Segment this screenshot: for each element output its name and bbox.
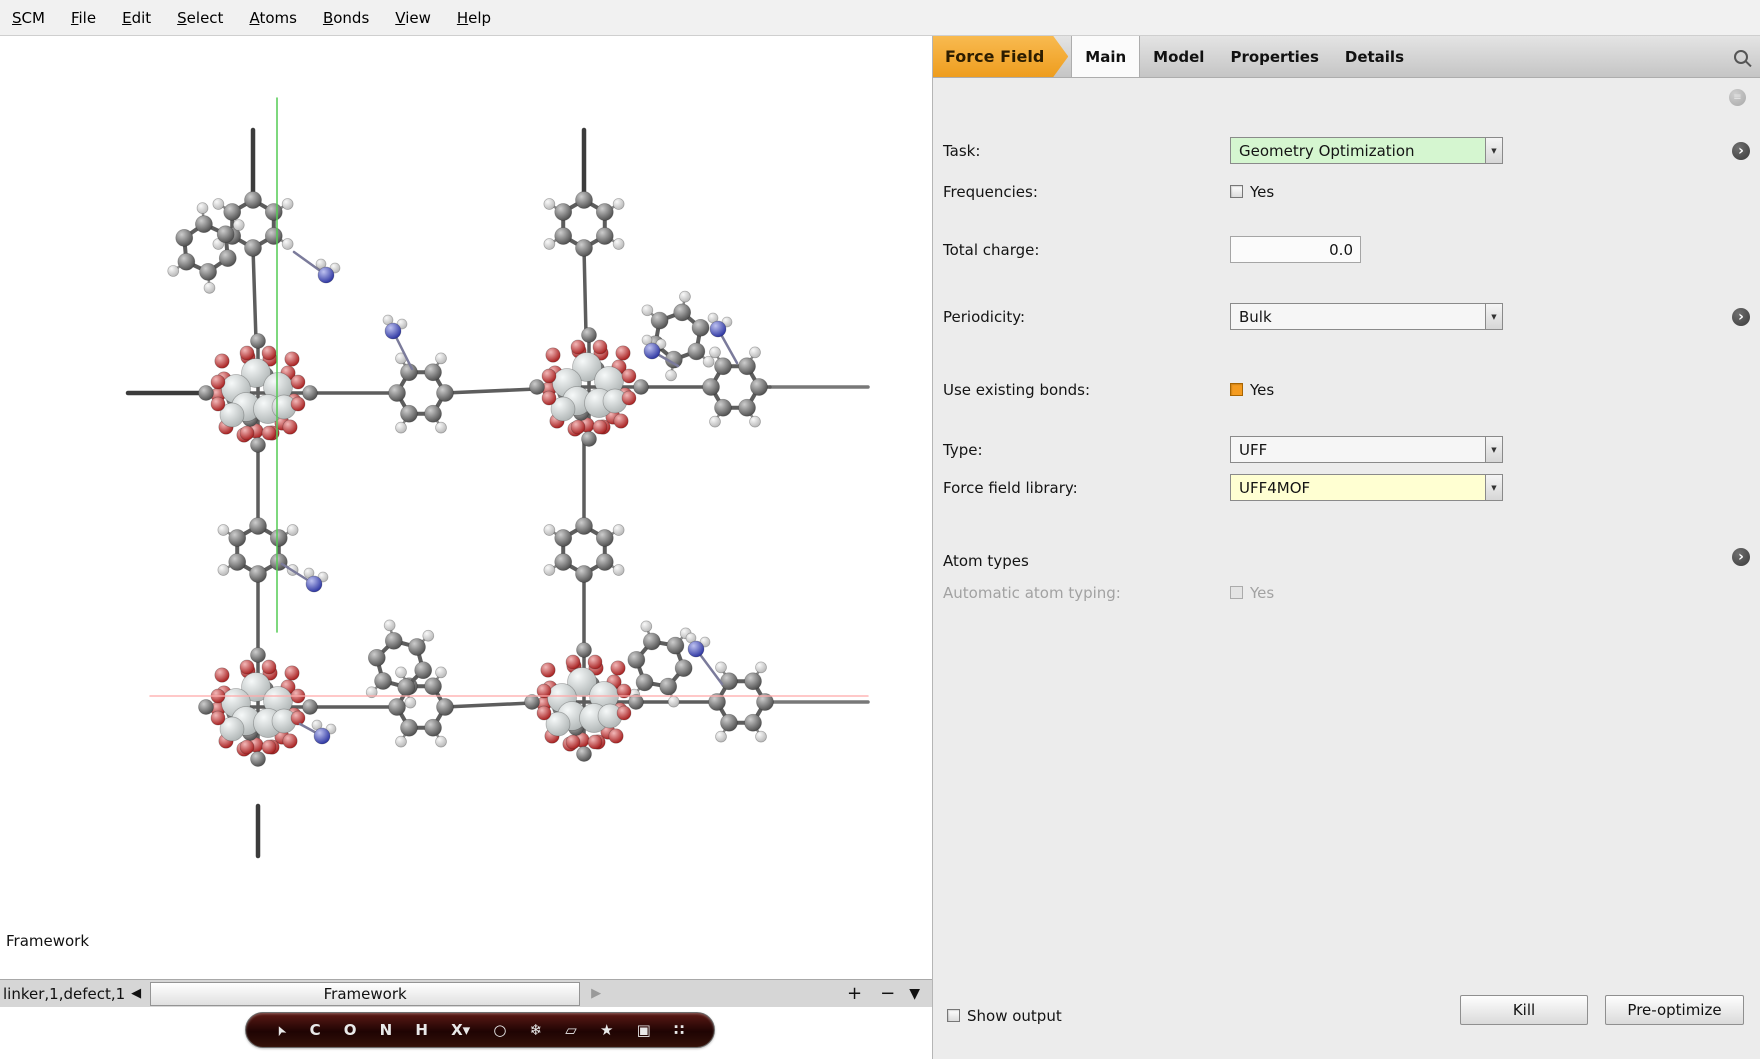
- viewer-column: Framework linker,1,defect,1 ◀ Framework …: [0, 36, 932, 1059]
- tab-model[interactable]: Model: [1140, 36, 1217, 77]
- zoom-out-icon[interactable]: −: [880, 983, 895, 1004]
- use-existing-bonds-label: Use existing bonds:: [943, 381, 1090, 399]
- dropdown-arrow-icon: ▼: [1485, 437, 1502, 462]
- pointer-tool-icon[interactable]: ➤: [273, 1022, 289, 1037]
- force-field-library-select[interactable]: UFF4MOF ▼: [1230, 474, 1503, 501]
- use-existing-bonds-row: Use existing bonds: Yes: [933, 376, 1760, 403]
- preoptimize-button[interactable]: Pre-optimize: [1605, 995, 1744, 1025]
- search-icon[interactable]: [1734, 50, 1748, 64]
- viewer-menu-icon[interactable]: ▼: [909, 986, 920, 1002]
- atom-types-detail-button[interactable]: ›: [1732, 548, 1750, 566]
- atom-toolbar: ➤ C O N H X▾ ○ ❄ ▱ ★ ▣ ∷: [245, 1012, 715, 1048]
- use-existing-bonds-checkbox[interactable]: [1230, 383, 1243, 396]
- total-charge-label: Total charge:: [943, 241, 1039, 259]
- menu-edit[interactable]: Edit: [122, 9, 151, 27]
- automatic-atom-typing-checkbox: [1230, 586, 1243, 599]
- show-output-checkbox[interactable]: [947, 1009, 960, 1022]
- total-charge-input[interactable]: [1230, 236, 1361, 263]
- zoom-in-icon[interactable]: +: [847, 983, 862, 1004]
- frame-selector-value: Framework: [324, 985, 407, 1003]
- task-select[interactable]: Geometry Optimization ▼: [1230, 137, 1503, 164]
- element-picker-tool[interactable]: X▾: [451, 1023, 470, 1038]
- frequencies-checkbox[interactable]: [1230, 185, 1243, 198]
- frequencies-label: Frequencies:: [943, 183, 1038, 201]
- fragments-tool-icon[interactable]: ∷: [674, 1023, 684, 1038]
- automatic-atom-typing-row: Automatic atom typing: Yes: [933, 579, 1760, 606]
- menu-bonds[interactable]: Bonds: [323, 9, 369, 27]
- oxygen-tool[interactable]: O: [344, 1023, 357, 1038]
- type-label: Type:: [943, 441, 983, 459]
- framework-caption: Framework: [6, 932, 89, 950]
- frequencies-row: Frequencies: Yes: [933, 178, 1760, 205]
- periodicity-detail-button[interactable]: ›: [1732, 308, 1750, 326]
- ring-tool-icon[interactable]: ○: [493, 1023, 506, 1038]
- periodicity-select[interactable]: Bulk ▼: [1230, 303, 1503, 330]
- total-charge-row: Total charge:: [933, 236, 1760, 263]
- frame-bar: linker,1,defect,1 ◀ Framework ▶ + − ▼: [0, 979, 932, 1007]
- periodicity-value: Bulk: [1231, 308, 1485, 326]
- menu-select[interactable]: Select: [177, 9, 223, 27]
- hydrogen-tool[interactable]: H: [415, 1023, 428, 1038]
- tool-strip: ➤ C O N H X▾ ○ ❄ ▱ ★ ▣ ∷: [0, 1007, 932, 1059]
- cell-tool-icon[interactable]: ▣: [637, 1023, 651, 1038]
- panel-menu-button[interactable]: ≡: [1729, 89, 1746, 106]
- dropdown-arrow-icon: ▼: [1485, 138, 1502, 163]
- type-select[interactable]: UFF ▼: [1230, 436, 1503, 463]
- atom-types-row: Atom types: [933, 547, 1760, 574]
- force-field-library-label: Force field library:: [943, 479, 1078, 497]
- force-field-library-value: UFF4MOF: [1231, 479, 1485, 497]
- task-detail-button[interactable]: ›: [1732, 142, 1750, 160]
- tab-bar: Force Field MainModelPropertiesDetails: [933, 36, 1760, 78]
- menu-help[interactable]: Help: [457, 9, 491, 27]
- molecule-viewer[interactable]: [0, 36, 932, 979]
- menu-scm[interactable]: SCM: [12, 9, 45, 27]
- automatic-atom-typing-yes-label: Yes: [1250, 584, 1274, 602]
- frame-selector[interactable]: Framework: [150, 982, 580, 1006]
- input-panel: Force Field MainModelPropertiesDetails ≡…: [932, 36, 1760, 1059]
- tab-details[interactable]: Details: [1332, 36, 1417, 77]
- menu-bar: SCM File Edit Select Atoms Bonds View Help: [0, 0, 1760, 36]
- force-field-library-row: Force field library: UFF4MOF ▼: [933, 474, 1760, 501]
- next-frame-icon[interactable]: ▶: [591, 986, 601, 1001]
- kill-button[interactable]: Kill: [1460, 995, 1588, 1025]
- frame-sequence-label: linker,1,defect,1: [0, 985, 127, 1003]
- automatic-atom-typing-label: Automatic atom typing:: [943, 584, 1121, 602]
- tab-main[interactable]: Main: [1071, 36, 1140, 77]
- tab-strip: MainModelPropertiesDetails: [1071, 36, 1417, 77]
- structure-tool-icon[interactable]: ❄: [530, 1023, 543, 1038]
- type-value: UFF: [1231, 441, 1485, 459]
- menu-file[interactable]: File: [71, 9, 96, 27]
- menu-view[interactable]: View: [395, 9, 431, 27]
- periodicity-label: Periodicity:: [943, 308, 1025, 326]
- carbon-tool[interactable]: C: [310, 1023, 321, 1038]
- nitrogen-tool[interactable]: N: [380, 1023, 393, 1038]
- task-row: Task: Geometry Optimization ▼: [933, 137, 1760, 164]
- plane-tool-icon[interactable]: ▱: [565, 1023, 577, 1038]
- type-row: Type: UFF ▼: [933, 436, 1760, 463]
- show-output-label: Show output: [967, 1007, 1062, 1025]
- task-label: Task:: [943, 142, 980, 160]
- frequencies-yes-label: Yes: [1250, 183, 1274, 201]
- prev-frame-icon[interactable]: ◀: [131, 986, 141, 1001]
- task-value: Geometry Optimization: [1231, 142, 1485, 160]
- atom-types-label: Atom types: [943, 552, 1029, 570]
- menu-atoms[interactable]: Atoms: [249, 9, 297, 27]
- periodicity-row: Periodicity: Bulk ▼: [933, 303, 1760, 330]
- tab-properties[interactable]: Properties: [1217, 36, 1331, 77]
- dropdown-arrow-icon: ▼: [1485, 304, 1502, 329]
- use-existing-bonds-yes-label: Yes: [1250, 381, 1274, 399]
- dropdown-arrow-icon: ▼: [1485, 475, 1502, 500]
- force-field-app-tab[interactable]: Force Field: [933, 36, 1068, 77]
- favorites-icon[interactable]: ★: [600, 1023, 613, 1038]
